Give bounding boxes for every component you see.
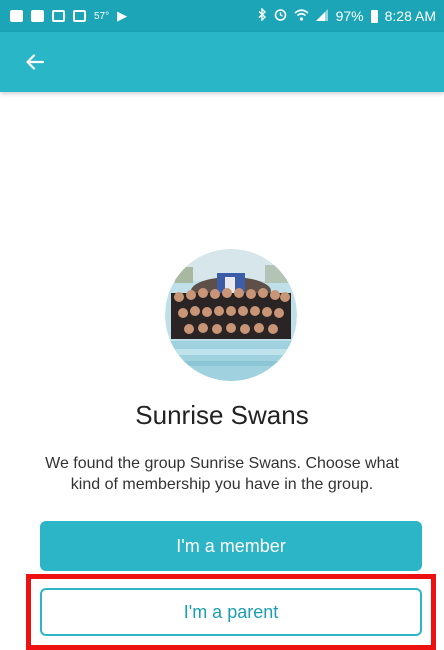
gallery-icon [73, 10, 86, 22]
battery-icon [370, 9, 378, 23]
back-arrow-icon[interactable] [26, 50, 50, 74]
facebook-icon [31, 10, 44, 22]
notification-icons: 57° ▶ [10, 8, 127, 24]
clock-time: 8:28 AM [384, 8, 436, 24]
battery-percent: 97% [335, 8, 364, 24]
alarm-icon [274, 8, 287, 24]
group-avatar [165, 249, 297, 381]
gmail-icon [52, 10, 65, 22]
system-status: 97% 8:28 AM [258, 7, 436, 24]
temperature-text: 57° [94, 10, 110, 22]
status-bar: 57° ▶ 97% 8:28 AM [0, 0, 444, 32]
wifi-icon [294, 8, 309, 24]
bluetooth-icon [258, 7, 267, 24]
group-name-heading: Sunrise Swans [135, 400, 309, 430]
im-a-member-button[interactable]: I'm a member [40, 521, 422, 571]
im-a-parent-button[interactable]: I'm a parent [40, 588, 422, 636]
membership-description: We found the group Sunrise Swans. Choose… [45, 455, 399, 493]
play-store-icon: ▶ [117, 8, 128, 23]
news-icon [10, 10, 23, 22]
signal-icon [315, 8, 329, 24]
app-bar [0, 32, 444, 92]
